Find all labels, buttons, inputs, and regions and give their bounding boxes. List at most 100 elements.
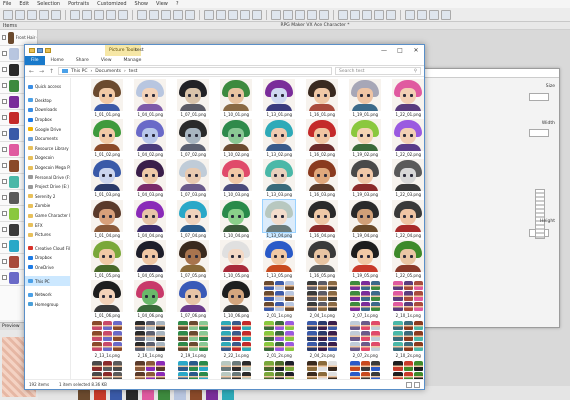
toolbar-tool-icon[interactable] [429, 9, 439, 20]
dialog-slider[interactable] [535, 189, 545, 239]
nav-item-resource-library[interactable]: Resource Library [25, 144, 70, 154]
file-tile[interactable]: 1_13_01.png [259, 79, 300, 119]
dialog-field[interactable] [529, 129, 549, 137]
nav-item-creative-cloud-files[interactable]: Creative Cloud Files [25, 244, 70, 254]
layer-visibility-checkbox[interactable] [2, 259, 7, 264]
large-icons-view-icon[interactable] [414, 381, 420, 388]
nav-item-dogecoin[interactable]: Dogecoin [25, 153, 70, 163]
layer-visibility-checkbox[interactable] [2, 99, 7, 104]
nav-item-desktop[interactable]: Desktop [25, 96, 70, 106]
menu-item[interactable]: Customized [97, 1, 126, 7]
nav-item-dogecoin-mega-pack[interactable]: Dogecoin Mega Pack [25, 163, 70, 173]
toolbar-tool-icon[interactable] [307, 9, 317, 20]
layer-visibility-checkbox[interactable] [2, 227, 7, 232]
tab-manage[interactable]: Manage [118, 56, 148, 65]
nav-item-google-drive[interactable]: Google Drive [25, 124, 70, 134]
file-tile[interactable]: 1_19_02.png [345, 119, 386, 159]
file-tile[interactable]: 1_22_05.png [388, 239, 424, 280]
properties-icon[interactable] [37, 48, 43, 53]
file-tile[interactable]: 1_16_03.png [302, 159, 343, 199]
toolbar-tool-icon[interactable] [106, 9, 116, 20]
layer-visibility-checkbox[interactable] [2, 51, 7, 56]
toolbar-tool-icon[interactable] [161, 9, 171, 20]
toolbar-tool-icon[interactable] [15, 9, 25, 20]
up-arrow-icon[interactable]: ↑ [48, 68, 55, 75]
toolbar-tool-icon[interactable] [27, 9, 37, 20]
file-tile[interactable]: 1_19_01.png [345, 79, 386, 119]
nav-item-pictures[interactable]: Pictures [25, 230, 70, 240]
file-tile[interactable]: 1_07_06.png [173, 279, 214, 320]
toolbar-tool-icon[interactable] [338, 9, 348, 20]
file-tile[interactable]: 1_13_02.png [259, 119, 300, 159]
file-tile[interactable]: 1_22_04.png [388, 199, 424, 240]
back-arrow-icon[interactable]: ← [28, 68, 35, 75]
nav-item-serenity-2[interactable]: Serenity 2 [25, 192, 70, 202]
file-tile[interactable]: 2_22_2s.png [216, 360, 257, 380]
file-tile[interactable]: 2_13_2s.png [87, 360, 128, 380]
toolbar-tool-icon[interactable] [70, 9, 80, 20]
file-tile[interactable]: 1_04_05.png [130, 239, 171, 280]
file-tile[interactable]: 1_01_05.png [87, 239, 128, 280]
file-tile[interactable]: 1_13_03.png [259, 159, 300, 199]
toolbar-tool-icon[interactable] [118, 9, 128, 20]
file-tile[interactable]: 2_10_3s.png [388, 360, 424, 380]
layer-visibility-checkbox[interactable] [2, 243, 7, 248]
toolbar-tool-icon[interactable] [228, 9, 238, 20]
nav-item-network[interactable]: Network [25, 290, 70, 300]
file-tile[interactable]: 2_01_3s.png [259, 360, 300, 380]
file-tile[interactable]: 1_07_04.png [173, 199, 214, 240]
nav-item-onedrive[interactable]: OneDrive [25, 263, 70, 273]
menu-item[interactable]: File [3, 1, 11, 7]
file-tile[interactable]: 1_16_04.png [302, 199, 343, 240]
nav-item-homegroup[interactable]: Homegroup [25, 299, 70, 309]
file-tile[interactable]: 2_10_2s.png [388, 320, 424, 360]
file-tile[interactable]: 1_01_02.png [87, 119, 128, 159]
minimize-icon[interactable]: — [376, 45, 392, 56]
menu-item[interactable]: Selection [37, 1, 60, 7]
toolbar-tool-icon[interactable] [417, 9, 427, 20]
toolbar-tool-icon[interactable] [216, 9, 226, 20]
file-tile[interactable]: 1_10_06.png [216, 279, 257, 320]
toolbar-tool-icon[interactable] [252, 9, 262, 20]
file-tile[interactable]: 1_01_04.png [87, 199, 128, 240]
menu-item[interactable]: View [156, 1, 168, 7]
file-tile[interactable]: 1_19_04.png [345, 199, 386, 240]
file-tile[interactable]: 2_01_1s.png [259, 279, 300, 320]
file-tile[interactable]: 1_04_06.png [130, 279, 171, 320]
file-tile[interactable]: 2_07_2s.png [345, 320, 386, 360]
toolbar-tool-icon[interactable] [51, 9, 61, 20]
toolbar-tool-icon[interactable] [39, 9, 49, 20]
close-icon[interactable]: ✕ [408, 45, 424, 56]
file-tile[interactable]: 1_13_04.png [259, 198, 300, 240]
file-tile[interactable]: 1_22_01.png [388, 79, 424, 119]
file-tile[interactable]: 2_04_2s.png [302, 320, 343, 360]
file-tile[interactable]: 1_22_02.png [388, 119, 424, 159]
layer-visibility-checkbox[interactable] [2, 115, 7, 120]
file-tile[interactable]: 2_22_1s.png [216, 320, 257, 360]
file-tile[interactable]: 1_19_03.png [345, 159, 386, 199]
toolbar-tool-icon[interactable] [283, 9, 293, 20]
file-tile[interactable]: 2_04_3s.png [302, 360, 343, 380]
nav-item-personal-drive-f[interactable]: Personal Drive (F:) [25, 172, 70, 182]
file-tile[interactable]: 1_16_02.png [302, 119, 343, 159]
address-bar[interactable]: This PC › Documents › test [58, 67, 332, 75]
toolbar-tool-icon[interactable] [82, 9, 92, 20]
menu-item[interactable]: Portraits [68, 1, 89, 7]
nav-item-quick-access[interactable]: Quick access [25, 82, 70, 92]
file-tile[interactable]: 1_10_03.png [216, 159, 257, 199]
forward-arrow-icon[interactable]: → [38, 68, 45, 75]
file-tile[interactable]: 1_16_01.png [302, 79, 343, 119]
dialog-field[interactable] [529, 93, 549, 101]
layer-visibility-checkbox[interactable] [2, 83, 7, 88]
file-tile[interactable]: 1_01_03.png [87, 159, 128, 199]
layer-visibility-checkbox[interactable] [2, 67, 7, 72]
file-tile[interactable]: 2_19_2s.png [173, 360, 214, 380]
file-tile[interactable]: 1_04_01.png [130, 79, 171, 119]
menu-item[interactable]: ? [176, 1, 179, 7]
tab-home[interactable]: Home [45, 56, 70, 65]
toolbar-tool-icon[interactable] [271, 9, 281, 20]
toolbar-tool-icon[interactable] [386, 9, 396, 20]
nav-item-zombie[interactable]: Zombie [25, 201, 70, 211]
file-tile[interactable]: 1_01_01.png [87, 79, 128, 119]
nav-item-dropbox[interactable]: Dropbox [25, 253, 70, 263]
